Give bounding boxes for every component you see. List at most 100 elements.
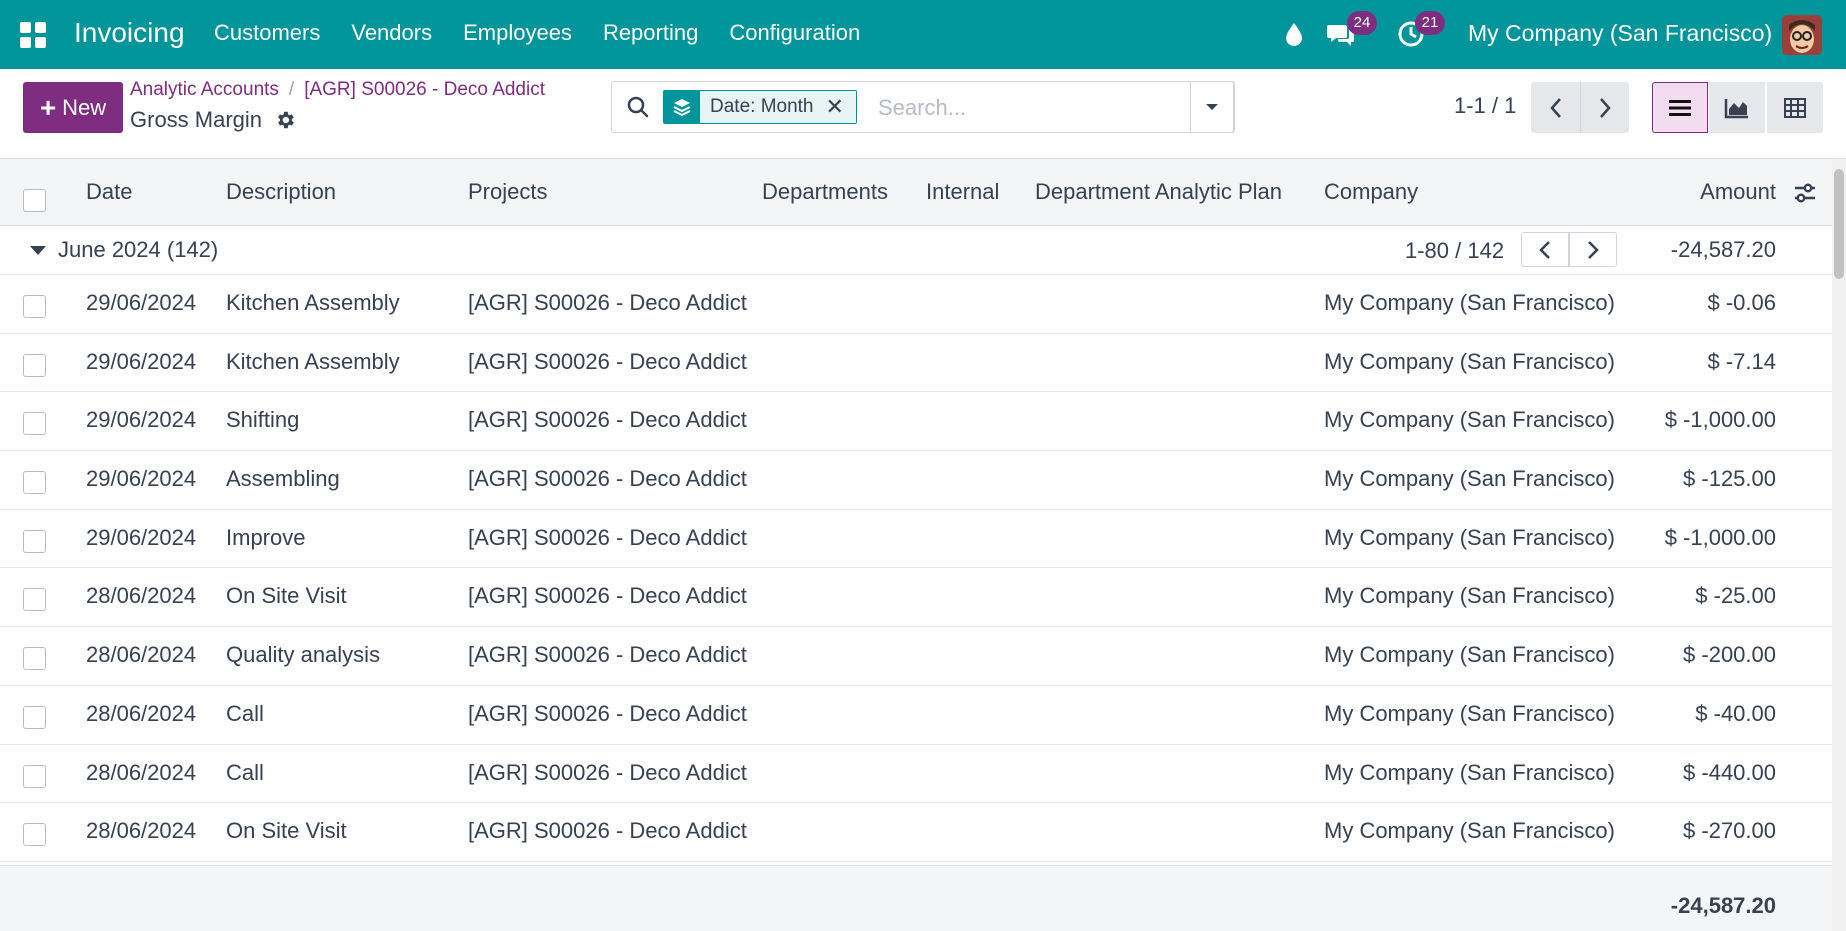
row-checkbox[interactable] [23,764,46,788]
cell-company: My Company (San Francisco) [1324,348,1615,374]
table-row[interactable]: 28/06/2024 Call [AGR] S00026 - Deco Addict… [0,744,1832,804]
cell-date: 28/06/2024 [86,583,197,609]
graph-view-button[interactable] [1709,82,1765,133]
top-navbar: Invoicing Customers Vendors Employees Re… [0,0,1846,69]
table-row[interactable]: 29/06/2024 Assembling [AGR] S00026 - Deco … [0,451,1832,510]
pager-previous-button[interactable] [1531,82,1580,133]
cell-description: Shifting [226,407,300,433]
cell-date: 29/06/2024 [86,290,197,315]
group-next-button[interactable] [1569,232,1617,267]
search-icon[interactable] [626,95,650,119]
cell-date: 29/06/2024 [86,348,197,374]
cell-amount: $ -40.00 [1695,700,1776,726]
messages-badge: 24 [1347,11,1377,35]
row-checkbox[interactable] [23,647,46,671]
record-pager: 1-1 / 1 [1454,93,1517,118]
cell-date: 29/06/2024 [86,524,197,550]
cell-date: 29/06/2024 [86,466,197,492]
breadcrumb-analytic-accounts[interactable]: Analytic Accounts [130,79,279,100]
cell-amount: $ -440.00 [1683,759,1776,785]
column-department-analytic-plan[interactable]: Department Analytic Plan [1035,179,1282,205]
search-options-toggle[interactable] [1190,81,1234,133]
cell-date: 28/06/2024 [86,642,197,668]
column-company[interactable]: Company [1324,179,1418,205]
column-internal[interactable]: Internal [926,179,999,205]
cell-project: [AGR] S00026 - Deco Addict [468,583,747,609]
table-row[interactable]: 29/06/2024 Improve [AGR] S00026 - Deco Add… [0,509,1832,569]
group-label: June 2024 (142) [58,237,219,262]
scrollbar-thumb[interactable] [1834,169,1844,279]
pivot-view-button[interactable] [1767,82,1823,133]
row-checkbox[interactable] [23,412,46,436]
cell-amount: $ -0.06 [1707,290,1777,315]
menu-configuration[interactable]: Configuration [729,20,860,46]
select-all-checkbox[interactable] [23,189,46,212]
column-amount[interactable]: Amount [1700,179,1776,205]
list-view-button[interactable] [1652,82,1708,133]
table-row[interactable]: 28/06/2024 Call [AGR] S00026 - Deco Addict… [0,685,1832,745]
table-row[interactable]: 29/06/2024 Kitchen Assembly [AGR] S00026 -… [0,275,1832,334]
row-checkbox[interactable] [23,295,46,318]
new-button[interactable]: + New [23,82,123,133]
table-header: Date Description Projects Departments In… [0,159,1832,226]
footer-total: -24,587.20 [1670,893,1776,918]
cell-amount: $ -270.00 [1683,818,1776,844]
cell-date: 28/06/2024 [86,700,197,726]
breadcrumb-account[interactable]: [AGR] S00026 - Deco Addict [304,79,545,100]
gear-icon[interactable] [274,109,296,131]
column-projects[interactable]: Projects [468,179,547,205]
row-checkbox[interactable] [23,529,46,553]
search-input[interactable] [878,92,1198,124]
chevron-left-icon [1539,240,1550,259]
table-row[interactable]: 28/06/2024 On Site Visit [AGR] S00026 - De… [0,568,1832,628]
menu-vendors[interactable]: Vendors [351,20,432,46]
group-total: -24,587.20 [1670,237,1776,262]
row-checkbox[interactable] [23,471,46,495]
table-row[interactable]: 29/06/2024 Kitchen Assembly [AGR] S00026 -… [0,333,1832,393]
company-switcher[interactable]: My Company (San Francisco) [1468,20,1772,47]
table-row[interactable]: 29/06/2024 Shifting [AGR] S00026 - Deco Ad… [0,392,1832,452]
cell-company: My Company (San Francisco) [1324,642,1615,668]
cell-project: [AGR] S00026 - Deco Addict [468,290,747,315]
water-drop-icon[interactable] [1283,21,1305,47]
app-brand[interactable]: Invoicing [74,17,185,49]
cell-project: [AGR] S00026 - Deco Addict [468,818,747,844]
group-previous-button[interactable] [1521,232,1569,267]
table-row[interactable]: 28/06/2024 On Site Visit [AGR] S00026 - De… [0,803,1832,862]
user-avatar[interactable] [1782,15,1822,55]
column-description[interactable]: Description [226,179,336,205]
cell-company: My Company (San Francisco) [1324,818,1615,844]
row-checkbox[interactable] [23,823,46,847]
facet-remove-icon[interactable]: ✕ [823,91,856,123]
cell-description: On Site Visit [226,583,347,609]
menu-reporting[interactable]: Reporting [603,20,698,46]
group-row-june-2024[interactable]: June 2024 (142) 1-80 / 142 -24,587.20 [0,226,1832,275]
column-departments[interactable]: Departments [762,179,888,205]
menu-employees[interactable]: Employees [463,20,572,46]
table-row[interactable]: 28/06/2024 Quality analysis [AGR] S00026 -… [0,627,1832,686]
plus-icon: + [39,91,57,123]
cell-amount: $ -200.00 [1683,642,1776,668]
app-grid-icon[interactable] [20,22,46,48]
cell-description: Improve [226,524,306,550]
cell-project: [AGR] S00026 - Deco Addict [468,348,747,374]
column-date[interactable]: Date [86,179,132,205]
caret-down-icon [1206,104,1218,110]
table-body: 29/06/2024 Kitchen Assembly [AGR] S00026 -… [0,275,1832,862]
menu-customers[interactable]: Customers [214,20,320,46]
group-by-layers-icon [664,91,700,123]
cell-amount: $ -125.00 [1683,466,1776,492]
cell-amount: $ -1,000.00 [1664,524,1776,550]
row-checkbox[interactable] [23,353,46,377]
optional-columns-sliders-icon[interactable] [1793,181,1817,205]
vertical-scrollbar[interactable] [1832,159,1846,931]
pager-next-button[interactable] [1580,82,1629,133]
cell-amount: $ -1,000.00 [1664,407,1776,433]
row-checkbox[interactable] [23,705,46,729]
row-checkbox[interactable] [23,588,46,612]
cell-company: My Company (San Francisco) [1324,524,1615,550]
chevron-left-icon [1549,97,1561,118]
cell-company: My Company (San Francisco) [1324,583,1615,609]
area-chart-icon [1724,98,1748,118]
table-footer: -24,587.20 [0,865,1832,931]
